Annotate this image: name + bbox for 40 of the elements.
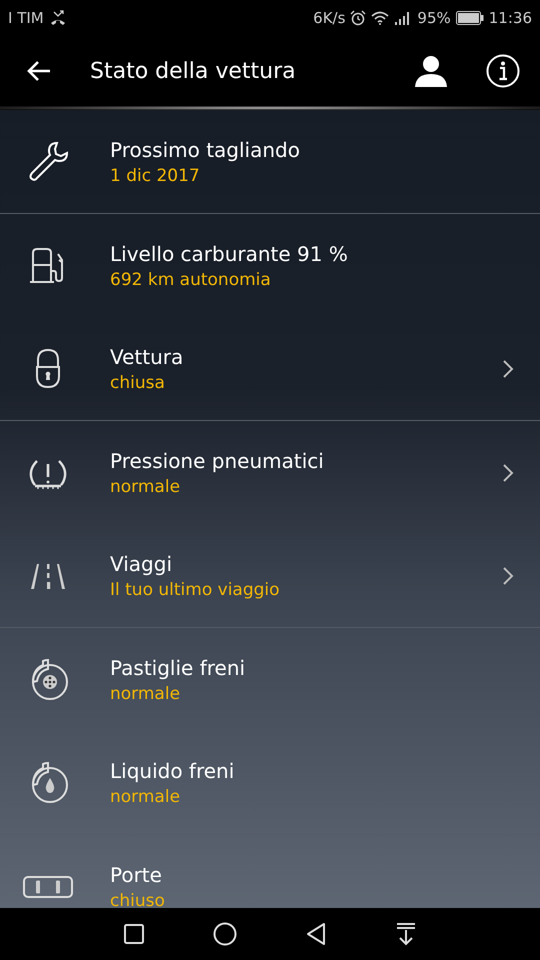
carrier-label: I TIM — [8, 9, 44, 27]
status-row[interactable]: Liquido freni normale — [0, 731, 540, 834]
back-arrow-icon — [26, 60, 52, 82]
back-icon[interactable] — [305, 922, 327, 946]
person-icon — [414, 55, 448, 87]
notification-pull-icon[interactable] — [395, 922, 417, 946]
wifi-icon — [371, 11, 390, 25]
item-status: 1 dic 2017 — [110, 164, 201, 188]
page-title: Stato della vettura — [90, 58, 296, 84]
item-title: Viaggi — [110, 550, 174, 578]
recent-apps-icon[interactable] — [123, 923, 145, 945]
missed-call-icon — [48, 10, 67, 26]
alarm-icon — [350, 10, 366, 26]
item-title: Porte — [110, 862, 163, 888]
item-title: Pastiglie freni — [110, 654, 246, 682]
item-status: normale — [110, 476, 182, 498]
status-row[interactable]: Porte chiuso — [0, 835, 540, 908]
network-speed: 6K/s — [313, 9, 346, 27]
item-title: Livello carburante 91 % — [110, 240, 349, 268]
status-row[interactable]: Viaggi Il tuo ultimo viaggio — [0, 524, 540, 627]
item-status: chiusa — [110, 372, 166, 394]
item-status: chiuso — [110, 890, 166, 908]
item-title: Prossimo tagliando — [110, 136, 301, 164]
status-row[interactable]: Pastiglie freni normale — [0, 628, 540, 731]
item-title: Vettura — [110, 344, 184, 370]
clock: 11:36 — [488, 9, 532, 27]
item-status: normale — [110, 682, 182, 706]
info-icon — [486, 54, 520, 88]
status-row[interactable]: Pressione pneumatici normale — [0, 421, 540, 524]
battery-percent: 95% — [417, 9, 451, 27]
item-status: normale — [110, 786, 182, 808]
status-row[interactable]: Prossimo tagliando 1 dic 2017 — [0, 110, 540, 213]
item-title: Liquido freni — [110, 758, 236, 784]
status-row[interactable]: Livello carburante 91 % 692 km autonomia — [0, 214, 540, 317]
home-icon[interactable] — [213, 922, 237, 946]
battery-icon — [456, 11, 484, 25]
item-title: Pressione pneumatici — [110, 448, 325, 474]
status-row[interactable]: Vettura chiusa — [0, 317, 540, 420]
item-status: 692 km autonomia — [110, 268, 272, 292]
item-status: Il tuo ultimo viaggio — [110, 578, 281, 602]
